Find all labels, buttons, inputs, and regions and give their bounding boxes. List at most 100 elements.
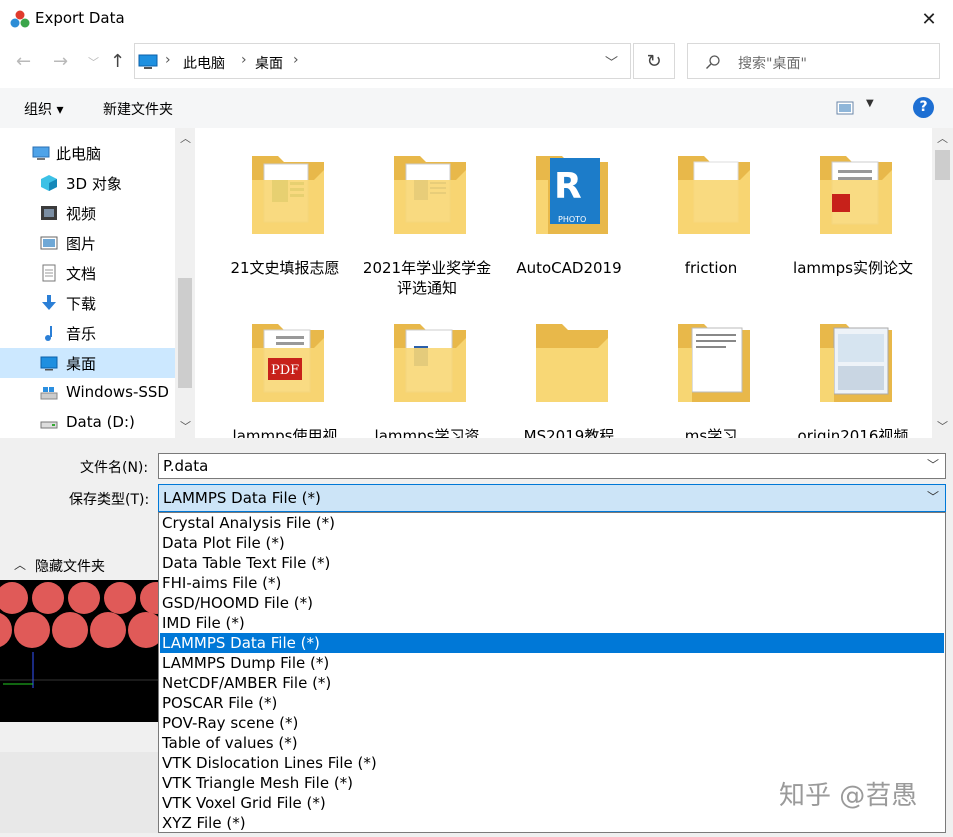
sidebar-item-this-pc[interactable]: 此电脑 (0, 138, 175, 168)
scroll-thumb[interactable] (178, 278, 192, 388)
sidebar-item-label: Windows-SSD ( (66, 383, 180, 401)
sidebar-item-windows-ssd[interactable]: Windows-SSD ( (0, 378, 180, 408)
sidebar-item-label: 文档 (66, 265, 97, 283)
sidebar-item-3d-objects[interactable]: 3D 对象 (0, 168, 175, 198)
folder-item[interactable]: ms学习 (646, 296, 776, 438)
sidebar-item-videos[interactable]: 视频 (0, 198, 175, 228)
hide-folders-label: 隐藏文件夹 (35, 559, 105, 575)
filetype-option[interactable]: NetCDF/AMBER File (*) (160, 673, 944, 693)
refresh-button[interactable]: ↻ (633, 43, 675, 79)
filetype-option[interactable]: Data Plot File (*) (160, 533, 944, 553)
background-viewport (0, 580, 172, 833)
file-name: 2021年学业奖学金评选通知 (362, 259, 492, 297)
address-bar[interactable]: › 此电脑 › 桌面 › ﹀ (134, 43, 631, 79)
desktop-icon (40, 356, 58, 371)
breadcrumb-separator-icon: › (165, 52, 171, 68)
hide-folders-toggle[interactable]: ︿ 隐藏文件夹 (14, 556, 134, 576)
folder-word-icon (394, 156, 466, 234)
filetype-option[interactable]: POSCAR File (*) (160, 693, 944, 713)
sidebar-item-downloads[interactable]: 下载 (0, 288, 175, 318)
folder-item[interactable]: lammps实例论文 (788, 128, 918, 288)
svg-text:PDF: PDF (271, 363, 299, 378)
folder-item[interactable]: R PHOTO AutoCAD2019 (504, 128, 634, 288)
folder-item[interactable]: 2021年学业奖学金评选通知 (362, 128, 492, 297)
scroll-up-icon: ︿ (937, 132, 948, 145)
chevron-down-icon: ▼ (866, 98, 874, 109)
filetype-option[interactable]: Crystal Analysis File (*) (160, 513, 944, 533)
scroll-thumb[interactable] (935, 150, 950, 180)
filetype-option[interactable]: GSD/HOOMD File (*) (160, 593, 944, 613)
sidebar-item-documents[interactable]: 文档 (0, 258, 175, 288)
sidebar-item-pictures[interactable]: 图片 (0, 228, 175, 258)
filetype-label: 保存类型(T): (69, 492, 150, 508)
filetype-select[interactable]: LAMMPS Data File (*) ﹀ (158, 484, 946, 512)
filetype-option[interactable]: VTK Dislocation Lines File (*) (160, 753, 944, 773)
folder-item[interactable]: friction (646, 128, 776, 288)
sidebar-item-data-drive[interactable]: Data (D:) (0, 408, 175, 438)
filetype-option[interactable]: Data Table Text File (*) (160, 553, 944, 573)
folder-icon (678, 156, 750, 234)
sidebar-item-music[interactable]: 音乐 (0, 318, 175, 348)
file-name: origin2016视频 (797, 427, 909, 438)
arrow-up-icon: ↑ (110, 51, 126, 72)
refresh-icon: ↻ (646, 50, 662, 72)
chevron-down-icon[interactable]: ﹀ (605, 52, 618, 71)
sidebar-item-label: 下载 (66, 295, 97, 313)
sidebar-item-label: 图片 (66, 235, 97, 253)
filetype-option-selected[interactable]: LAMMPS Data File (*) (160, 633, 944, 653)
file-name: AutoCAD2019 (516, 259, 622, 277)
sidebar-item-desktop[interactable]: 桌面 (0, 348, 175, 378)
app-logo-icon (10, 10, 30, 28)
filetype-option[interactable]: XYZ File (*) (160, 813, 944, 833)
back-button[interactable]: ← (16, 51, 31, 72)
folder-item[interactable]: origin2016视频 (788, 296, 918, 438)
help-button[interactable]: ? (913, 97, 934, 118)
filetype-option[interactable]: POV-Ray scene (*) (160, 713, 944, 733)
up-button[interactable]: ↑ (110, 51, 125, 72)
arrow-right-icon: → (53, 51, 69, 72)
filetype-option[interactable]: IMD File (*) (160, 613, 944, 633)
close-button[interactable]: ✕ (905, 0, 953, 38)
new-folder-button[interactable]: 新建文件夹 (103, 99, 173, 119)
picture-icon (40, 236, 58, 250)
filename-field[interactable]: P.data ﹀ (158, 453, 946, 479)
file-name: friction (684, 259, 738, 277)
file-name: MS2019教程 (523, 427, 615, 438)
filetype-option[interactable]: LAMMPS Dump File (*) (160, 653, 944, 673)
folder-item[interactable]: 21文史填报志愿 (220, 128, 350, 288)
organize-button[interactable]: 组织 ▾ (24, 99, 63, 119)
folder-word-icon (394, 324, 466, 402)
drive-icon (40, 421, 58, 429)
breadcrumb-this-pc[interactable]: 此电脑 (183, 53, 225, 73)
chevron-up-icon: ︿ (14, 558, 27, 572)
view-icon (836, 101, 854, 115)
close-icon: ✕ (921, 8, 937, 30)
cube-icon (41, 175, 57, 191)
forward-button[interactable]: → (53, 51, 68, 72)
scroll-down-icon: ﹀ (937, 420, 948, 433)
breadcrumb-separator-icon: › (241, 52, 247, 68)
search-box[interactable]: 搜索"桌面" (687, 43, 940, 79)
filetype-option[interactable]: FHI-aims File (*) (160, 573, 944, 593)
computer-icon (32, 146, 50, 160)
folder-revit-icon: R PHOTO (536, 156, 608, 234)
folder-screenshot-icon (820, 324, 892, 402)
sidebar-scrollbar[interactable]: ︿ ﹀ (175, 128, 195, 438)
video-icon (41, 206, 57, 220)
download-icon (42, 295, 56, 310)
sidebar-item-label: 3D 对象 (66, 175, 122, 193)
search-input[interactable]: 搜索"桌面" (738, 53, 807, 73)
folder-item[interactable]: MS2019教程 (504, 296, 634, 438)
breadcrumb-desktop[interactable]: 桌面 (255, 53, 283, 73)
help-icon: ? (919, 99, 928, 115)
folder-item[interactable]: PDF lammps使用视 (220, 296, 350, 438)
recent-locations-button[interactable]: ﹀ (88, 54, 99, 70)
folder-item[interactable]: lammps学习资 (362, 296, 492, 438)
view-options-button[interactable]: ▼ (836, 98, 876, 118)
filetype-option[interactable]: Table of values (*) (160, 733, 944, 753)
file-list-scrollbar[interactable]: ︿ ﹀ (932, 128, 953, 438)
watermark: 知乎 @苕愚 (779, 781, 918, 811)
svg-text:PHOTO: PHOTO (558, 215, 586, 224)
sidebar-item-label: 此电脑 (56, 145, 102, 163)
svg-text:R: R (554, 166, 582, 207)
